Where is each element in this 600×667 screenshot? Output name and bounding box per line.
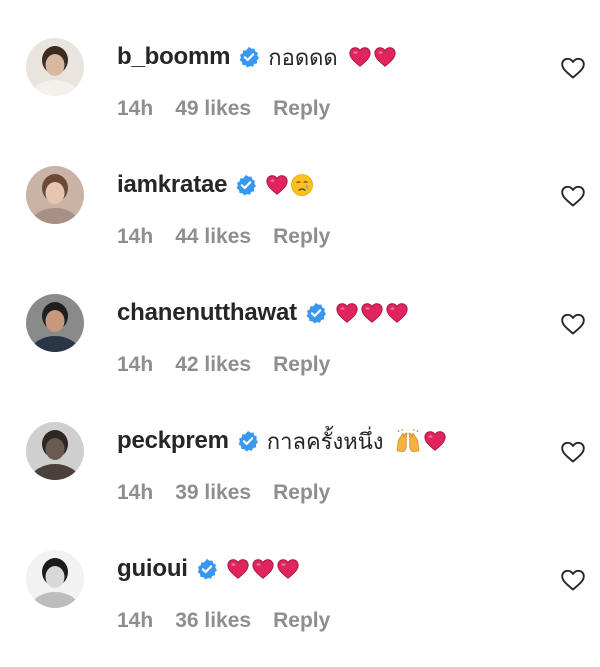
comment-meta: 14h 42 likes Reply [117, 353, 352, 377]
comment-item: chanenutthawat 14h 42 likes Reply [0, 256, 600, 384]
avatar[interactable] [26, 294, 84, 352]
reply-button[interactable]: Reply [273, 481, 330, 505]
avatar[interactable] [26, 38, 84, 96]
red-heart-emoji [373, 45, 397, 69]
comment-item: b_boomm กอดดด 14h 49 likes Reply [0, 0, 600, 128]
username-link[interactable]: iamkratae [117, 171, 227, 199]
likes-count-link[interactable]: 39 likes [175, 481, 251, 505]
comment-meta: 14h 49 likes Reply [117, 97, 352, 121]
heart-outline-icon[interactable] [560, 184, 586, 208]
comment-list: b_boomm กอดดด 14h 49 likes Reply iamkratae 14h… [0, 0, 600, 667]
avatar[interactable] [26, 422, 84, 480]
red-heart-emoji [385, 301, 409, 325]
likes-count-link[interactable]: 49 likes [175, 97, 251, 121]
avatar[interactable] [26, 166, 84, 224]
emoji-group [394, 429, 448, 453]
verified-badge-icon [237, 430, 259, 452]
reply-button[interactable]: Reply [273, 225, 330, 249]
emoji-group [335, 301, 410, 325]
reply-button[interactable]: Reply [273, 97, 330, 121]
raised-hands-emoji [394, 429, 422, 453]
verified-badge-icon [305, 302, 327, 324]
likes-count-link[interactable]: 42 likes [175, 353, 251, 377]
reply-button[interactable]: Reply [273, 353, 330, 377]
red-heart-emoji [348, 45, 372, 69]
reply-button[interactable]: Reply [273, 609, 330, 633]
comment-line: iamkratae [117, 168, 315, 202]
emoji-group [226, 557, 301, 581]
comment-line: peckprem กาลครั้งหนึ่ง [117, 424, 448, 458]
timestamp: 14h [117, 225, 154, 248]
username-link[interactable]: b_boomm [117, 43, 230, 71]
comment-item: guioui 14h 36 likes Reply [0, 512, 600, 640]
red-heart-emoji [360, 301, 384, 325]
heart-outline-icon[interactable] [560, 56, 586, 80]
red-heart-emoji [251, 557, 275, 581]
comment-text: กอดดด [268, 44, 338, 70]
crying-face-emoji [290, 173, 314, 197]
emoji-group [265, 173, 315, 197]
emoji-group [348, 45, 398, 69]
heart-outline-icon[interactable] [560, 312, 586, 336]
username-link[interactable]: guioui [117, 555, 188, 583]
red-heart-emoji [226, 557, 250, 581]
red-heart-emoji [276, 557, 300, 581]
likes-count-link[interactable]: 44 likes [175, 225, 251, 249]
comment-meta: 14h 39 likes Reply [117, 481, 352, 505]
heart-outline-icon[interactable] [560, 440, 586, 464]
comment-line: b_boomm กอดดด [117, 40, 398, 74]
timestamp: 14h [117, 481, 154, 504]
comment-line: guioui [117, 552, 301, 586]
timestamp: 14h [117, 353, 154, 376]
red-heart-emoji [423, 429, 447, 453]
likes-count-link[interactable]: 36 likes [175, 609, 251, 633]
red-heart-emoji [335, 301, 359, 325]
username-link[interactable]: peckprem [117, 427, 229, 455]
comment-text: กาลครั้งหนึ่ง [266, 428, 384, 454]
comment-meta: 14h 44 likes Reply [117, 225, 352, 249]
verified-badge-icon [196, 558, 218, 580]
timestamp: 14h [117, 609, 154, 632]
comment-item: peckprem กาลครั้งหนึ่ง 14h 39 likes Reply [0, 384, 600, 512]
timestamp: 14h [117, 97, 154, 120]
avatar[interactable] [26, 550, 84, 608]
username-link[interactable]: chanenutthawat [117, 299, 297, 327]
comment-line: chanenutthawat [117, 296, 410, 330]
verified-badge-icon [235, 174, 257, 196]
verified-badge-icon [238, 46, 260, 68]
comment-item: iamkratae 14h 44 likes Reply [0, 128, 600, 256]
heart-outline-icon[interactable] [560, 568, 586, 592]
red-heart-emoji [265, 173, 289, 197]
comment-meta: 14h 36 likes Reply [117, 609, 352, 633]
